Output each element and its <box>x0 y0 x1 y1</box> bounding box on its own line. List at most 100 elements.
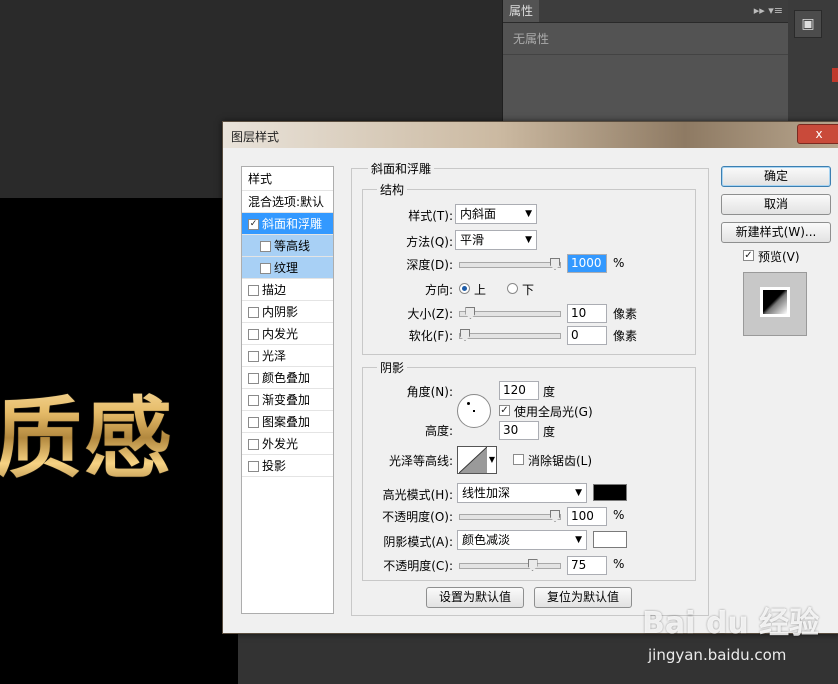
watermark-url: jingyan.baidu.com <box>648 646 787 664</box>
style-checkbox[interactable] <box>248 417 259 428</box>
shadow-mode-label: 阴影模式(A): <box>383 535 453 549</box>
panel-menu-icon[interactable]: ▸▸ ▾≡ <box>754 2 783 20</box>
angle-input[interactable]: 120 <box>499 381 539 400</box>
shadow-opacity-input[interactable]: 75 <box>567 556 607 575</box>
direction-down-radio[interactable] <box>507 283 518 294</box>
style-list-item[interactable]: 投影 <box>242 455 333 477</box>
shadow-mode-dropdown[interactable]: 颜色减淡 ▼ <box>457 530 587 550</box>
anti-alias-label: 消除锯齿(L) <box>528 454 593 468</box>
angle-dial[interactable] <box>457 394 491 428</box>
cube-icon[interactable]: ▣ <box>794 10 822 38</box>
make-default-button[interactable]: 设置为默认值 <box>426 587 524 608</box>
direction-up-radio[interactable] <box>459 283 470 294</box>
tab-properties[interactable]: 属性 <box>503 0 539 22</box>
style-list-item[interactable]: 外发光 <box>242 433 333 455</box>
style-list-item-label: 颜色叠加 <box>262 371 311 385</box>
shadow-opacity-slider[interactable] <box>459 559 561 571</box>
style-list-item[interactable]: 内发光 <box>242 323 333 345</box>
depth-unit: % <box>613 256 625 270</box>
highlight-opacity-input[interactable]: 100 <box>567 507 607 526</box>
preview-bevel <box>763 290 787 314</box>
anti-alias-checkbox[interactable] <box>513 454 524 465</box>
style-checkbox[interactable] <box>248 395 259 406</box>
structure-group: 结构 样式(T): 内斜面 ▼ 方法(Q): 平滑 ▼ 深度(D): 1000 % … <box>362 181 696 355</box>
ok-button[interactable]: 确定 <box>721 166 831 187</box>
preview-square <box>760 287 790 317</box>
contour-curve-icon <box>459 447 487 473</box>
style-list: 样式 混合选项:默认 ✓ 斜面和浮雕 等高线 纹理 描边 内阴影 内发光 光泽 颜色叠加 渐变叠加… <box>241 166 334 614</box>
close-button[interactable]: x <box>797 124 838 144</box>
new-style-button[interactable]: 新建样式(W)... <box>721 222 831 243</box>
highlight-opacity-slider[interactable] <box>459 510 561 522</box>
style-list-item[interactable]: 光泽 <box>242 345 333 367</box>
style-checkbox[interactable]: ✓ <box>248 219 259 230</box>
style-list-item[interactable]: 渐变叠加 <box>242 389 333 411</box>
chevron-down-icon: ▼ <box>575 488 582 498</box>
chevron-down-icon: ▼ <box>575 535 582 545</box>
shading-group: 阴影 角度(N): 120 度 ✓ 使用全局光(G) 高度: 30 度 光泽等高… <box>362 359 696 581</box>
style-checkbox[interactable] <box>248 373 259 384</box>
style-list-item[interactable]: 描边 <box>242 279 333 301</box>
style-list-header[interactable]: 样式 <box>242 167 333 191</box>
gloss-contour-picker[interactable]: ▼ <box>457 446 497 474</box>
dialog-body: 样式 混合选项:默认 ✓ 斜面和浮雕 等高线 纹理 描边 内阴影 内发光 光泽 颜色叠加 渐变叠加… <box>227 148 833 627</box>
slider-thumb[interactable] <box>550 258 560 270</box>
style-list-item[interactable]: 图案叠加 <box>242 411 333 433</box>
layer-style-dialog: 图层样式 x 样式 混合选项:默认 ✓ 斜面和浮雕 等高线 纹理 描边 内阴影 内发光 光泽颜… <box>222 121 838 634</box>
style-checkbox[interactable] <box>248 329 259 340</box>
highlight-color-swatch[interactable] <box>593 484 627 501</box>
section-title: 斜面和浮雕 <box>368 160 435 177</box>
direction-label: 方向: <box>424 283 453 297</box>
altitude-input[interactable]: 30 <box>499 421 539 440</box>
depth-slider[interactable] <box>459 258 561 270</box>
global-light-checkbox[interactable]: ✓ <box>499 405 510 416</box>
size-slider[interactable] <box>459 307 561 319</box>
panel-divider <box>503 54 789 55</box>
style-list-item-label: 内阴影 <box>262 305 299 319</box>
style-checkbox[interactable] <box>260 241 271 252</box>
style-checkbox[interactable] <box>248 285 259 296</box>
no-properties-text: 无属性 <box>513 32 550 46</box>
technique-dropdown[interactable]: 平滑 ▼ <box>455 230 537 250</box>
cancel-button[interactable]: 取消 <box>721 194 831 215</box>
shading-title: 阴影 <box>377 359 408 376</box>
style-dropdown[interactable]: 内斜面 ▼ <box>455 204 537 224</box>
style-checkbox[interactable] <box>260 263 271 274</box>
style-list-item[interactable]: 等高线 <box>242 235 333 257</box>
slider-thumb[interactable] <box>465 307 476 319</box>
style-list-item[interactable]: ✓ 斜面和浮雕 <box>242 213 333 235</box>
style-list-item-label: 描边 <box>262 283 287 297</box>
style-list-item-label: 斜面和浮雕 <box>262 217 323 231</box>
reset-default-button[interactable]: 复位为默认值 <box>534 587 632 608</box>
depth-input[interactable]: 1000 <box>567 254 607 273</box>
angle-dial-pointer <box>467 402 470 405</box>
style-list-item-label: 内发光 <box>262 327 299 341</box>
style-checkbox[interactable] <box>248 351 259 362</box>
style-list-item-label: 光泽 <box>262 349 287 363</box>
blend-options-item[interactable]: 混合选项:默认 <box>242 191 333 213</box>
dialog-titlebar[interactable]: 图层样式 x <box>223 122 838 148</box>
slider-thumb[interactable] <box>527 559 538 571</box>
style-list-item[interactable]: 内阴影 <box>242 301 333 323</box>
highlight-opacity-unit: % <box>613 508 625 522</box>
soften-input[interactable]: 0 <box>567 326 607 345</box>
angle-unit: 度 <box>543 385 556 399</box>
style-list-item[interactable]: 纹理 <box>242 257 333 279</box>
style-checkbox[interactable] <box>248 461 259 472</box>
highlight-mode-dropdown[interactable]: 线性加深 ▼ <box>457 483 587 503</box>
size-input[interactable]: 10 <box>567 304 607 323</box>
style-list-item-label: 纹理 <box>274 261 299 275</box>
preview-checkbox[interactable]: ✓ <box>743 250 754 261</box>
style-list-item[interactable]: 颜色叠加 <box>242 367 333 389</box>
style-list-item-label: 投影 <box>262 459 287 473</box>
style-checkbox[interactable] <box>248 307 259 318</box>
angle-dial-center <box>473 410 475 412</box>
slider-thumb[interactable] <box>550 510 560 522</box>
style-preview-thumbnail <box>743 272 807 336</box>
global-light-label: 使用全局光(G) <box>514 405 593 419</box>
shadow-color-swatch[interactable] <box>593 531 627 548</box>
slider-thumb[interactable] <box>460 329 470 341</box>
size-unit: 像素 <box>613 307 638 321</box>
soften-slider[interactable] <box>459 329 561 341</box>
style-checkbox[interactable] <box>248 439 259 450</box>
